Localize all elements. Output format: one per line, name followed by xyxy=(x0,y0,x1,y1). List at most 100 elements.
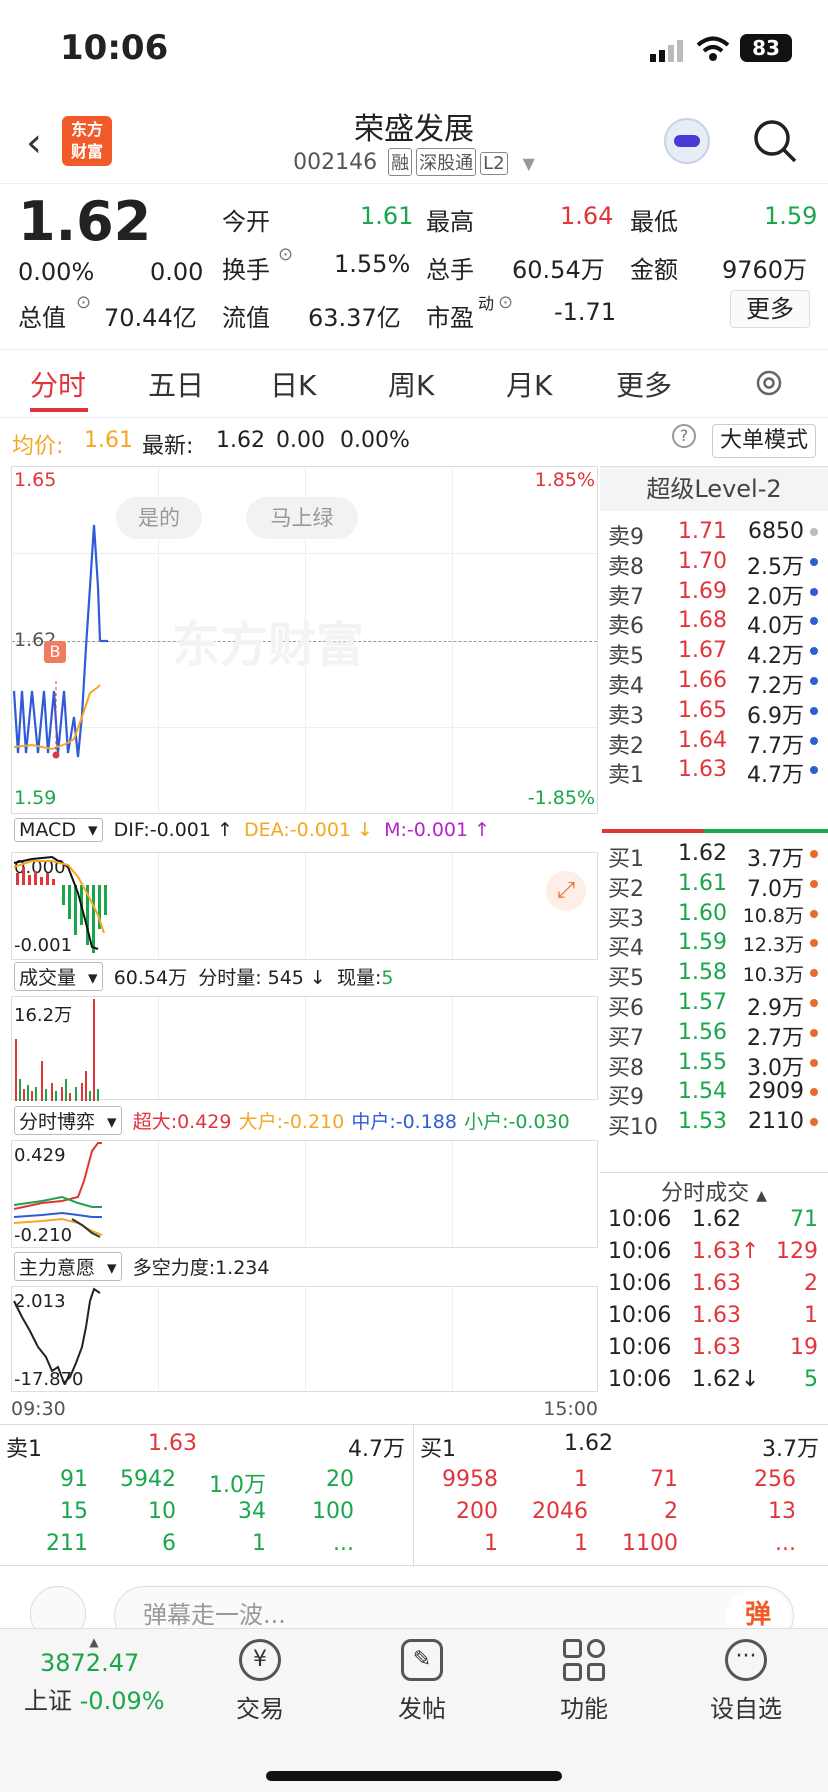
tab-daily-k[interactable]: 日K xyxy=(270,364,316,404)
danmaku-button[interactable]: 弹 xyxy=(726,1590,790,1628)
index-widget[interactable]: ▲ 3872.47 上证 -0.09% xyxy=(24,1635,184,1716)
robot-avatar-icon[interactable] xyxy=(664,118,710,164)
status-dot xyxy=(810,736,818,745)
book-volume: 10.8万 xyxy=(742,904,804,927)
field-value-high: 1.64 xyxy=(560,202,614,230)
trades-title[interactable]: 分时成交 ▲ xyxy=(600,1175,828,1207)
trade-volume: 1 xyxy=(804,1303,818,1328)
queue-sell-cell: 1.0万 xyxy=(209,1473,266,1498)
note-icon[interactable] xyxy=(30,1586,86,1628)
status-dot xyxy=(810,1058,818,1067)
queue-buy-cell: 71 xyxy=(650,1467,678,1492)
settings-gear-icon[interactable] xyxy=(752,366,786,404)
index-change: -0.09% xyxy=(79,1687,165,1715)
field-value-float-value: 63.37亿 xyxy=(308,304,401,332)
volume-selector[interactable]: 成交量 ▾ xyxy=(14,962,103,991)
field-label-open: 今开 xyxy=(222,208,270,236)
queue-sell-cell: 15 xyxy=(60,1499,88,1524)
trade-price: 1.63 xyxy=(692,1271,741,1296)
tab-intraday[interactable]: 分时 xyxy=(30,364,86,404)
buy-level-row[interactable]: 买10 1.53 2110 xyxy=(600,1105,828,1140)
expand-icon[interactable]: ⤢ xyxy=(546,871,586,911)
volume-chart: 16.2万 xyxy=(11,996,598,1101)
time-axis-start: 09:30 xyxy=(11,1398,66,1420)
big-order-mode-button[interactable]: 大单模式 xyxy=(712,424,816,458)
intent-selector[interactable]: 主力意愿 ▾ xyxy=(14,1252,122,1281)
book-price: 1.65 xyxy=(678,697,727,723)
tab-weekly-k[interactable]: 周K xyxy=(388,364,434,404)
comment-input[interactable]: 弹幕走一波... xyxy=(114,1586,794,1628)
nav-functions[interactable]: 功能 xyxy=(524,1639,644,1724)
game-selector[interactable]: 分时博弈 ▾ xyxy=(14,1106,122,1135)
time-axis: 09:30 15:00 xyxy=(11,1396,598,1422)
book-price: 1.59 xyxy=(678,930,727,956)
macd-selector[interactable]: MACD ▾ xyxy=(14,818,103,842)
trade-volume: 2 xyxy=(804,1271,818,1296)
book-price: 1.67 xyxy=(678,638,727,664)
book-volume: 2909 xyxy=(748,1079,804,1105)
field-label-pe: 市盈 xyxy=(426,304,474,332)
status-dot xyxy=(810,969,818,978)
info-icon[interactable]: ⊙ xyxy=(498,292,513,313)
field-value-low: 1.59 xyxy=(764,202,818,230)
queue-sell-cell: 211 xyxy=(46,1531,88,1556)
trade-time: 10:06 xyxy=(608,1367,672,1392)
book-price: 1.68 xyxy=(678,608,727,634)
help-icon[interactable]: ? xyxy=(672,424,696,448)
comment-placeholder: 弹幕走一波... xyxy=(143,1601,286,1628)
status-dot xyxy=(810,879,818,888)
book-level-label: 卖1 xyxy=(608,763,644,789)
info-icon[interactable]: ⊙ xyxy=(278,244,293,265)
macd-dif: DIF:-0.001 ↑ xyxy=(113,819,233,841)
more-button[interactable]: 更多 xyxy=(730,290,810,328)
field-value-amount: 9760万 xyxy=(722,256,808,284)
buy-marker[interactable]: B xyxy=(44,641,66,663)
tab-more[interactable]: 更多 xyxy=(616,364,672,404)
queue-buy-cell: 13 xyxy=(768,1499,796,1524)
nav-trade[interactable]: ¥ 交易 xyxy=(200,1639,320,1724)
chevron-down-icon[interactable]: ▼ xyxy=(523,154,535,173)
volume-header: 成交量 ▾ 60.54万 分时量: 545 ↓ 现量:5 xyxy=(14,962,604,992)
nav-post[interactable]: ✎ 发帖 xyxy=(362,1639,482,1724)
queue-buy-cell: 256 xyxy=(754,1467,796,1492)
bottom-nav: ▲ 3872.47 上证 -0.09% ¥ 交易 ✎ 发帖 功能 ··· 设自选 xyxy=(0,1628,828,1792)
status-dot xyxy=(810,587,818,596)
price-lines xyxy=(12,524,108,759)
chevron-up-icon: ▲ xyxy=(756,1188,767,1204)
order-book: 超级Level-2 卖9 1.71 6850 卖8 1.70 2.5万 卖7 1.69 2.0万… xyxy=(600,466,828,1172)
order-book-title[interactable]: 超级Level-2 xyxy=(600,467,828,511)
queue-sell-cell: 5942 xyxy=(120,1467,176,1492)
tab-monthly-k[interactable]: 月K xyxy=(506,364,552,404)
edit-icon: ✎ xyxy=(401,1639,443,1681)
game-small: 小户:-0.030 xyxy=(464,1111,570,1133)
volume-now-label: 现量: xyxy=(336,967,382,989)
queue-sell-cell: 100 xyxy=(312,1499,354,1524)
stock-header: ‹ 东方 财富 荣盛发展 002146 融深股通 L2 ▼ xyxy=(0,100,828,184)
game-mid: 中户:-0.188 xyxy=(351,1111,457,1133)
trade-volume: 71 xyxy=(790,1207,818,1232)
tab-five-day[interactable]: 五日 xyxy=(148,364,204,404)
trade-volume: 129 xyxy=(776,1239,818,1264)
avg-label: 均价: xyxy=(12,434,64,459)
battery-icon: 83 xyxy=(740,34,792,62)
intraday-chart[interactable]: 东方财富 1.65 1.85% 1.62 1.59 -1.85% 是的 马上绿 … xyxy=(11,466,598,814)
change-pct: 0.00% xyxy=(18,258,95,286)
status-dot xyxy=(810,766,818,775)
sell-level-row[interactable]: 卖1 1.63 4.7万 xyxy=(600,753,828,789)
index-value: 3872.47 xyxy=(40,1649,140,1677)
queue-table: 卖1 1.63 4.7万 买1 1.62 3.7万 91 5942 1.0万 20 15… xyxy=(0,1424,828,1567)
status-dot xyxy=(810,528,818,536)
tag-margin: 融 xyxy=(388,148,413,176)
book-price: 1.71 xyxy=(678,519,727,544)
chevron-up-icon: ▲ xyxy=(89,1635,99,1649)
search-icon[interactable] xyxy=(752,118,798,168)
nav-add-watchlist[interactable]: ··· 设自选 xyxy=(686,1639,806,1724)
game-chart: 0.429 -0.210 xyxy=(11,1140,598,1248)
status-dot xyxy=(810,677,818,685)
trade-row: 10:06 1.63↑ 129 xyxy=(600,1239,828,1273)
volume-now: 5 xyxy=(381,967,394,989)
book-divider xyxy=(602,829,828,833)
info-icon[interactable]: ⊙ xyxy=(76,292,91,313)
status-dot xyxy=(810,909,818,918)
game-super: 超大:0.429 xyxy=(132,1111,232,1133)
